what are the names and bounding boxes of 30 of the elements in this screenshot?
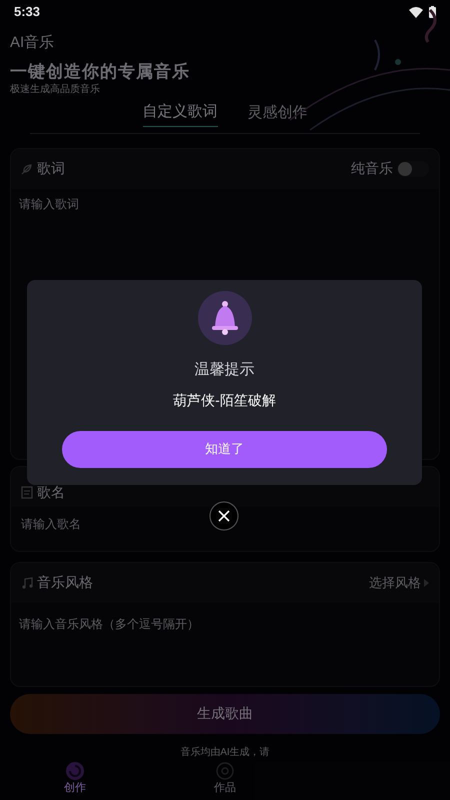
dialog-message: 葫芦侠-陌笙破解 — [173, 390, 276, 410]
song-name-input[interactable]: 请输入歌名 — [21, 514, 429, 532]
dialog-title: 温馨提示 — [194, 360, 254, 380]
status-time: 5:33 — [14, 3, 40, 22]
triangle-icon — [424, 578, 429, 586]
nav-tab[interactable]: 作品 — [150, 762, 300, 796]
close-icon[interactable] — [209, 501, 239, 531]
generate-button[interactable]: 生成歌曲 — [10, 694, 440, 734]
music-note-icon — [21, 576, 33, 588]
nav-tab[interactable]: 创作 — [0, 762, 150, 796]
confirm-button[interactable]: 知道了 — [62, 430, 387, 468]
choose-style-link[interactable]: 选择风格 — [369, 572, 429, 592]
style-input[interactable]: 请输入音乐风格（多个逗号隔开） — [19, 614, 431, 644]
wifi-icon — [409, 6, 423, 18]
lyrics-input[interactable]: 请输入歌词 — [19, 194, 431, 224]
bell-icon — [198, 291, 252, 345]
feather-icon — [21, 162, 33, 174]
document-icon — [21, 486, 33, 499]
page-title: 一键创造你的专属音乐 — [10, 61, 191, 83]
card-title: 歌词 — [37, 159, 65, 178]
card-title: 音乐风格 — [37, 573, 93, 592]
card-title: 歌名 — [37, 483, 65, 502]
disclaimer-text: 音乐均由AI生成，请 — [179, 746, 271, 760]
toggle-label: 纯音乐 — [351, 159, 393, 178]
disc-icon — [66, 762, 84, 780]
page-subtitle: 极速生成高品质音乐 — [10, 83, 101, 97]
disc-icon — [216, 762, 234, 780]
mode-tab[interactable]: 自定义歌词 — [142, 101, 218, 126]
pure-music-switch[interactable] — [397, 160, 429, 176]
app-name: AI音乐 — [10, 33, 56, 53]
